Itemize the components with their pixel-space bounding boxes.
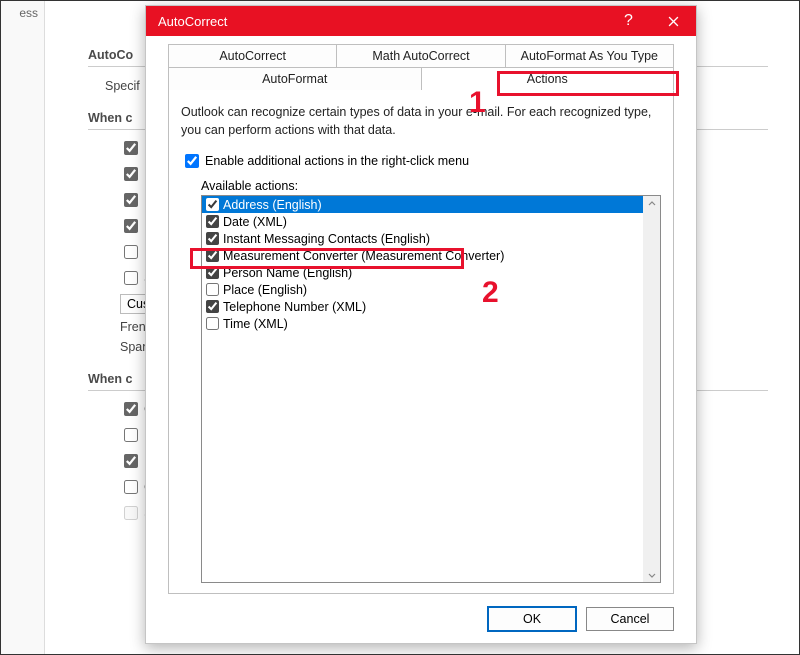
ok-button[interactable]: OK: [488, 607, 576, 631]
bg-checkbox[interactable]: [124, 454, 138, 468]
close-icon: [668, 16, 679, 27]
bg-checkbox[interactable]: [124, 428, 138, 442]
action-label: Instant Messaging Contacts (English): [223, 232, 430, 246]
action-checkbox[interactable]: [206, 283, 219, 296]
available-actions-list[interactable]: Address (English) Date (XML) Instant Messa…: [201, 195, 661, 583]
tab-description: Outlook can recognize certain types of d…: [181, 104, 661, 139]
action-label: Time (XML): [223, 317, 288, 331]
action-label: Date (XML): [223, 215, 287, 229]
bg-checkbox[interactable]: [124, 167, 138, 181]
list-item[interactable]: Telephone Number (XML): [202, 298, 643, 315]
action-checkbox[interactable]: [206, 198, 219, 211]
action-checkbox[interactable]: [206, 300, 219, 313]
action-checkbox[interactable]: [206, 249, 219, 262]
list-item[interactable]: Instant Messaging Contacts (English): [202, 230, 643, 247]
tabs-row-upper: AutoCorrectMath AutoCorrectAutoFormat As…: [168, 44, 674, 67]
help-button[interactable]: ?: [606, 6, 651, 36]
bg-checkbox[interactable]: [124, 402, 138, 416]
list-item[interactable]: Place (English): [202, 281, 643, 298]
action-label: Place (English): [223, 283, 307, 297]
close-button[interactable]: [651, 6, 696, 36]
autocorrect-dialog: AutoCorrect ? AutoCorrectMath AutoCorrec…: [145, 5, 697, 644]
action-checkbox[interactable]: [206, 215, 219, 228]
enable-actions-checkbox[interactable]: [185, 154, 199, 168]
scroll-down-button[interactable]: [643, 567, 660, 582]
chevron-down-icon: [648, 571, 656, 579]
bg-checkbox[interactable]: [124, 480, 138, 494]
chevron-up-icon: [648, 200, 656, 208]
action-label: Measurement Converter (Measurement Conve…: [223, 249, 504, 263]
action-checkbox[interactable]: [206, 232, 219, 245]
scroll-up-button[interactable]: [643, 196, 660, 211]
tab-autoformat-as-you-type[interactable]: AutoFormat As You Type: [506, 44, 674, 67]
list-item[interactable]: Time (XML): [202, 315, 643, 332]
tab-autocorrect[interactable]: AutoCorrect: [168, 44, 337, 67]
list-item[interactable]: Address (English): [202, 196, 643, 213]
bg-checkbox[interactable]: [124, 219, 138, 233]
bg-checkbox[interactable]: [124, 193, 138, 207]
action-label: Telephone Number (XML): [223, 300, 366, 314]
bg-checkbox[interactable]: [124, 506, 138, 520]
list-item[interactable]: Person Name (English): [202, 264, 643, 281]
bg-checkbox[interactable]: [124, 245, 138, 259]
list-item[interactable]: Date (XML): [202, 213, 643, 230]
list-item[interactable]: Measurement Converter (Measurement Conve…: [202, 247, 643, 264]
tab-math-autocorrect[interactable]: Math AutoCorrect: [337, 44, 505, 67]
tab-actions[interactable]: Actions: [422, 67, 675, 91]
bg-checkbox[interactable]: [124, 271, 138, 285]
tabs-row-lower: AutoFormatActions: [168, 67, 674, 91]
tab-autoformat[interactable]: AutoFormat: [168, 67, 422, 91]
action-label: Person Name (English): [223, 266, 352, 280]
available-actions-label: Available actions:: [201, 179, 661, 193]
dialog-titlebar: AutoCorrect ?: [146, 6, 696, 36]
action-label: Address (English): [223, 198, 322, 212]
action-checkbox[interactable]: [206, 317, 219, 330]
scrollbar[interactable]: [643, 196, 660, 582]
enable-actions-label: Enable additional actions in the right-c…: [205, 154, 469, 168]
cancel-button[interactable]: Cancel: [586, 607, 674, 631]
bg-checkbox[interactable]: [124, 141, 138, 155]
sidebar-fragment: ess: [0, 6, 42, 20]
dialog-title: AutoCorrect: [158, 14, 227, 29]
action-checkbox[interactable]: [206, 266, 219, 279]
